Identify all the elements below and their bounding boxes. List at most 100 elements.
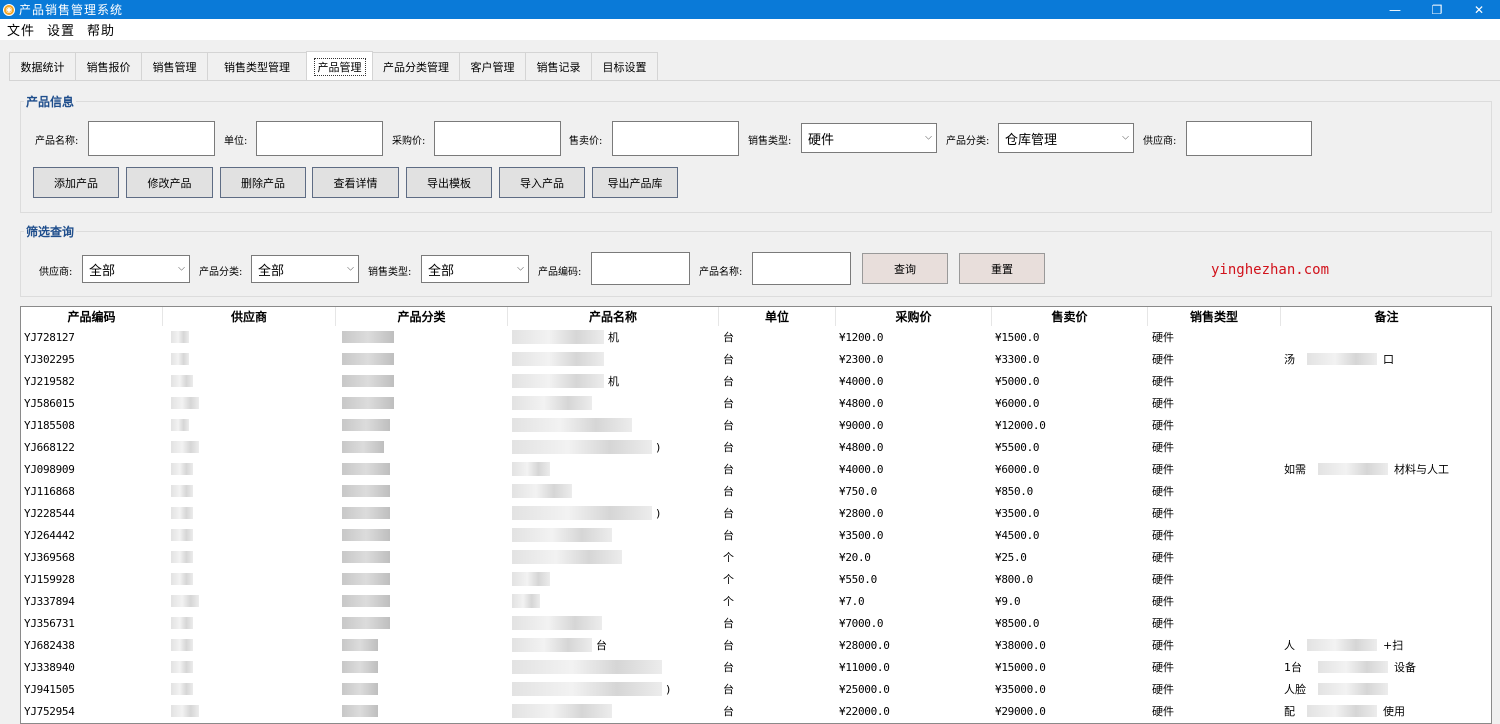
cell-unit: 台 — [723, 353, 734, 366]
cell-sale-type: 硬件 — [1152, 463, 1174, 476]
cell-sale-type: 硬件 — [1152, 419, 1174, 432]
cell-sale-price: ¥38000.0 — [995, 638, 1046, 652]
cell-purchase-price: ¥22000.0 — [839, 704, 890, 718]
header-supplier[interactable]: 供应商 — [163, 307, 336, 326]
tab-product-management[interactable]: 产品管理 — [306, 51, 373, 81]
cell-product-name-suffix — [554, 458, 574, 480]
table-row[interactable]: YJ116868 台 ¥750.0 ¥850.0 硬件 — [21, 480, 1491, 502]
cell-unit: 台 — [723, 705, 734, 718]
supplier-label: 供应商: — [1143, 136, 1177, 147]
table-row[interactable]: YJ941505) 台 ¥25000.0 ¥35000.0 硬件 人脸 — [21, 678, 1491, 700]
tab-sales-quote[interactable]: 销售报价 — [75, 52, 142, 81]
filter-supplier-select[interactable]: 全部 ⌵ — [82, 255, 190, 283]
cell-unit: 台 — [723, 507, 734, 520]
cell-product-name-suffix — [616, 700, 636, 722]
menu-file[interactable]: 文件 — [7, 20, 35, 39]
tab-product-category-management[interactable]: 产品分类管理 — [372, 52, 460, 81]
chevron-down-icon: ⌵ — [925, 132, 932, 143]
tab-target-settings[interactable]: 目标设置 — [591, 52, 658, 81]
window-controls: — ❐ ✕ — [1374, 0, 1500, 19]
table-row[interactable]: YJ159928 个 ¥550.0 ¥800.0 硬件 — [21, 568, 1491, 590]
cell-purchase-price: ¥750.0 — [839, 484, 877, 498]
table-row[interactable]: YJ752954 台 ¥22000.0 ¥29000.0 硬件配使用 — [21, 700, 1491, 722]
cell-product-code: YJ228544 — [24, 506, 75, 520]
maximize-icon[interactable]: ❐ — [1416, 0, 1458, 19]
tab-sales-management[interactable]: 销售管理 — [141, 52, 208, 81]
filter-category-select[interactable]: 全部 ⌵ — [251, 255, 359, 283]
cell-purchase-price: ¥3500.0 — [839, 528, 884, 542]
cell-unit: 个 — [723, 573, 734, 586]
sale-type-value: 硬件 — [808, 132, 835, 148]
table-row[interactable]: YJ668122) 台 ¥4800.0 ¥5500.0 硬件 — [21, 436, 1491, 458]
table-row[interactable]: YJ369568 个 ¥20.0 ¥25.0 硬件 — [21, 546, 1491, 568]
cell-sale-price: ¥6000.0 — [995, 396, 1040, 410]
table-row[interactable]: YJ586015 台 ¥4800.0 ¥6000.0 硬件 — [21, 392, 1491, 414]
cell-product-name-suffix — [544, 590, 564, 612]
table-row[interactable]: YJ264442 台 ¥3500.0 ¥4500.0 硬件 — [21, 524, 1491, 546]
cell-sale-price: ¥3300.0 — [995, 352, 1040, 366]
redacted-supplier — [171, 705, 199, 717]
filter-name-input[interactable] — [752, 252, 851, 285]
table-row[interactable]: YJ185508 台 ¥9000.0 ¥12000.0 硬件 — [21, 414, 1491, 436]
tab-customer-management[interactable]: 客户管理 — [459, 52, 526, 81]
cell-sale-price: ¥9.0 — [995, 594, 1021, 608]
purchase-price-input[interactable] — [434, 121, 561, 156]
redacted-supplier — [171, 639, 193, 651]
sale-type-select[interactable]: 硬件 ⌵ — [801, 123, 937, 153]
table-row[interactable]: YJ682438 台台 ¥28000.0 ¥38000.0 硬件人 +扫 — [21, 634, 1491, 656]
sale-price-input[interactable] — [612, 121, 739, 156]
redacted-product-name — [512, 682, 662, 696]
table-header: 产品编码 供应商 产品分类 产品名称 单位 采购价 售卖价 销售类型 备注 — [21, 307, 1491, 326]
header-unit[interactable]: 单位 — [719, 307, 836, 326]
redacted-category — [342, 551, 390, 563]
header-note[interactable]: 备注 — [1281, 307, 1491, 326]
header-sale-price[interactable]: 售卖价 — [992, 307, 1148, 326]
header-product-name[interactable]: 产品名称 — [508, 307, 719, 326]
product-table[interactable]: 产品编码 供应商 产品分类 产品名称 单位 采购价 售卖价 销售类型 备注 YJ… — [20, 306, 1492, 724]
filter-code-input[interactable] — [591, 252, 690, 285]
table-row[interactable]: YJ338940 台 ¥11000.0 ¥15000.0 硬件 1台 设备 — [21, 656, 1491, 678]
minimize-icon[interactable]: — — [1374, 0, 1416, 19]
cell-unit: 台 — [723, 617, 734, 630]
query-button[interactable]: 查询 — [862, 253, 948, 284]
table-row[interactable]: YJ728127 机 台 ¥1200.0 ¥1500.0 硬件 — [21, 326, 1491, 348]
table-row[interactable]: YJ356731 台 ¥7000.0 ¥8500.0 硬件 — [21, 612, 1491, 634]
app-icon: ◉ — [3, 3, 15, 16]
tab-data-stats[interactable]: 数据统计 — [9, 52, 76, 81]
product-name-input[interactable] — [88, 121, 215, 156]
view-details-button[interactable]: 查看详情 — [312, 167, 399, 198]
table-row[interactable]: YJ098909 台 ¥4000.0 ¥6000.0 硬件 如需 材料与人工 — [21, 458, 1491, 480]
table-row[interactable]: YJ302295 台 ¥2300.0 ¥3300.0 硬件汤口 — [21, 348, 1491, 370]
unit-input[interactable] — [256, 121, 383, 156]
header-purchase-price[interactable]: 采购价 — [836, 307, 992, 326]
header-sale-type[interactable]: 销售类型 — [1148, 307, 1281, 326]
table-row[interactable]: YJ219582 机 台 ¥4000.0 ¥5000.0 硬件 — [21, 370, 1491, 392]
cell-sale-type: 硬件 — [1152, 683, 1174, 696]
tab-sales-type-management[interactable]: 销售类型管理 — [207, 52, 307, 81]
redacted-product-name — [512, 396, 592, 410]
filter-sale-type-select[interactable]: 全部 ⌵ — [421, 255, 529, 283]
add-product-button[interactable]: 添加产品 — [33, 167, 119, 198]
header-product-code[interactable]: 产品编码 — [21, 307, 163, 326]
header-category[interactable]: 产品分类 — [336, 307, 508, 326]
menu-settings[interactable]: 设置 — [47, 20, 75, 39]
export-template-button[interactable]: 导出模板 — [406, 167, 492, 198]
edit-product-button[interactable]: 修改产品 — [126, 167, 213, 198]
chevron-down-icon: ⌵ — [1122, 132, 1129, 143]
unit-label: 单位: — [224, 136, 248, 147]
tab-sales-records[interactable]: 销售记录 — [525, 52, 592, 81]
delete-product-button[interactable]: 删除产品 — [220, 167, 306, 198]
menu-help[interactable]: 帮助 — [87, 20, 115, 39]
export-product-library-button[interactable]: 导出产品库 — [592, 167, 678, 198]
table-row[interactable]: YJ337894 个 ¥7.0 ¥9.0 硬件 — [21, 590, 1491, 612]
table-row[interactable]: YJ228544) 台 ¥2800.0 ¥3500.0 硬件 — [21, 502, 1491, 524]
reset-button[interactable]: 重置 — [959, 253, 1045, 284]
redacted-product-name — [512, 550, 622, 564]
close-icon[interactable]: ✕ — [1458, 0, 1500, 19]
product-info-title: 产品信息 — [24, 93, 77, 110]
redacted-product-name — [512, 616, 602, 630]
category-select[interactable]: 仓库管理 ⌵ — [998, 123, 1134, 153]
import-product-button[interactable]: 导入产品 — [499, 167, 585, 198]
supplier-input[interactable] — [1186, 121, 1312, 156]
filter-category-value: 全部 — [258, 263, 285, 279]
